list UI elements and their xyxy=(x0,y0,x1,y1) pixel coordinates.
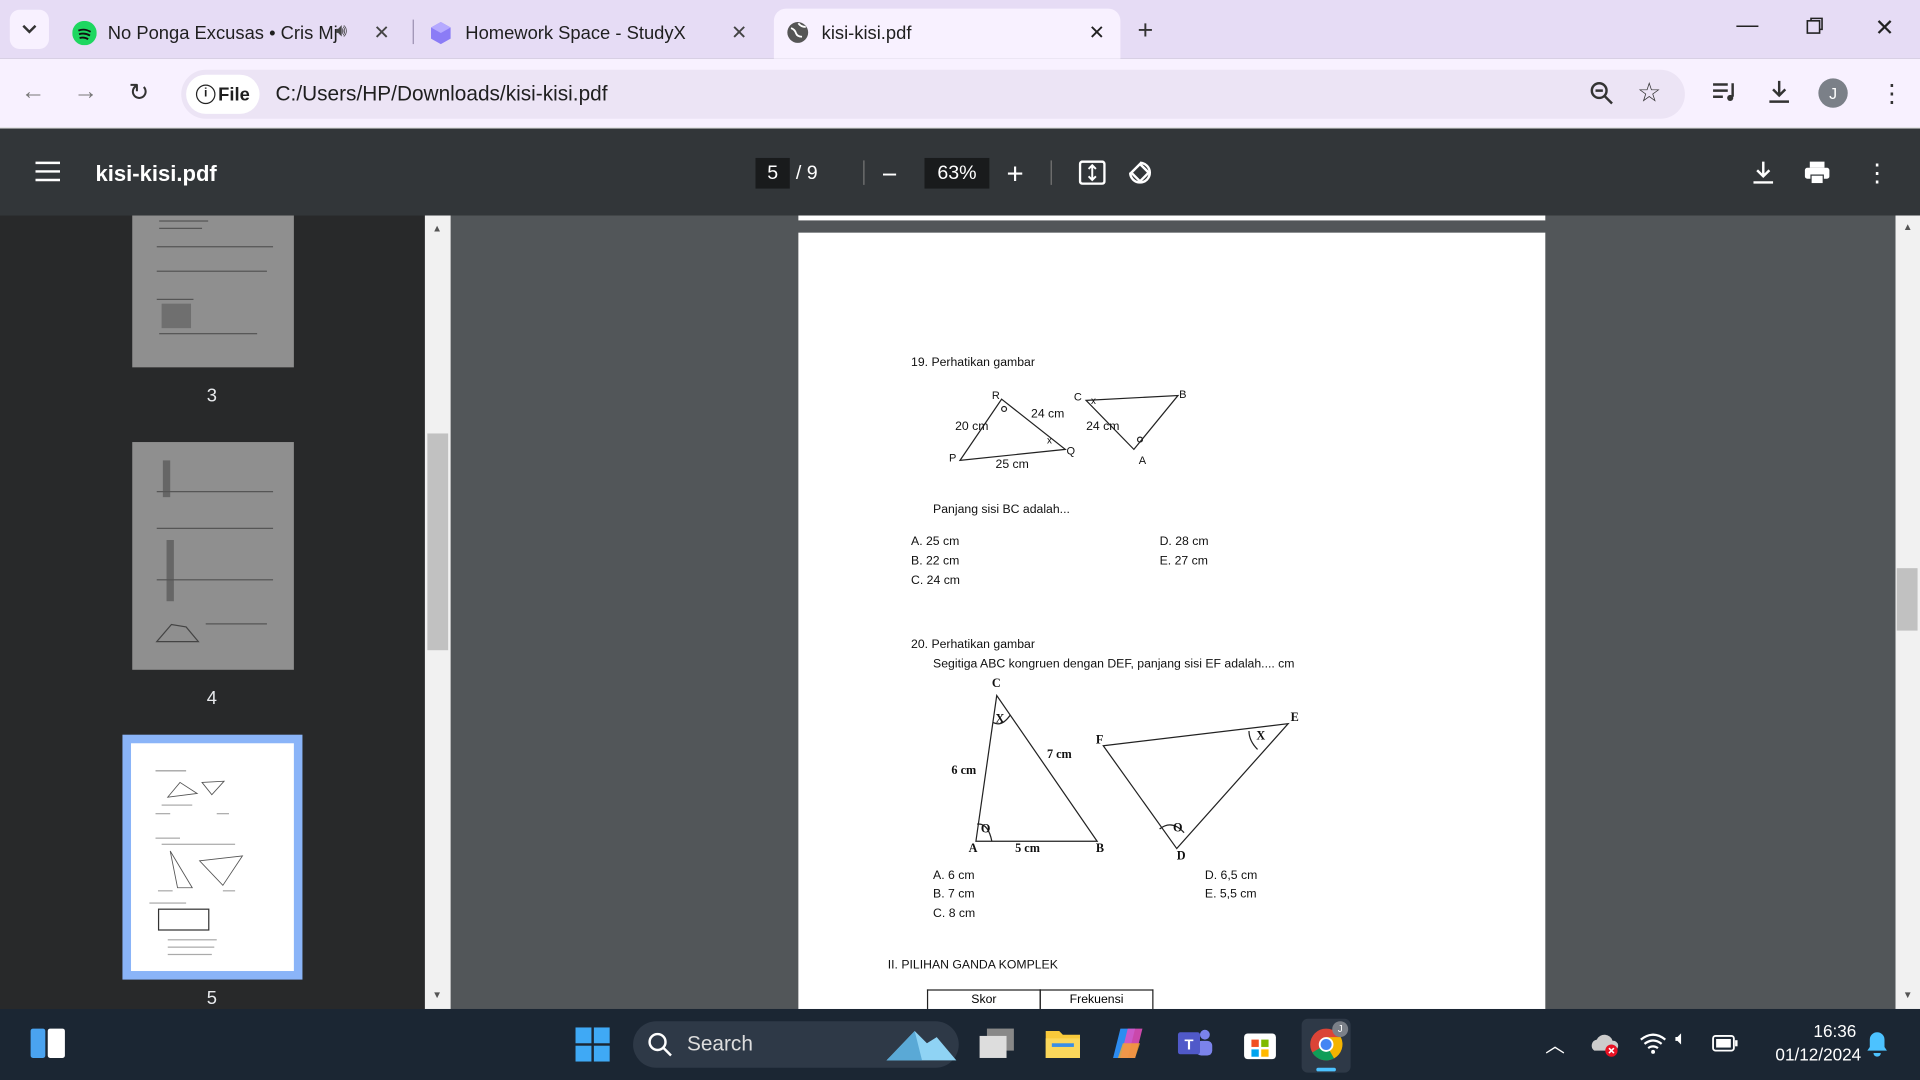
label-r: R xyxy=(991,389,1000,402)
angle-x: X xyxy=(995,712,1005,727)
label-ab: 5 cm xyxy=(1015,842,1040,856)
microsoft-store-icon[interactable] xyxy=(1243,1026,1277,1060)
label-b: B xyxy=(1179,388,1187,401)
label-pq: 25 cm xyxy=(995,457,1029,472)
time: 16:36 xyxy=(1813,1021,1857,1041)
q19-option-b: B. 22 cm xyxy=(911,554,960,569)
q20-option-b: B. 7 cm xyxy=(933,887,975,902)
scroll-down-arrow[interactable]: ▼ xyxy=(1903,989,1913,1000)
q20-title: 20. Perhatikan gambar xyxy=(911,637,1035,652)
label-a: A xyxy=(968,842,978,856)
q19-question: Panjang sisi BC adalah... xyxy=(933,503,1070,517)
task-view-icon[interactable] xyxy=(979,1028,1014,1058)
label-c: C xyxy=(991,677,1001,691)
volume-icon[interactable]: 🔈︎ xyxy=(1675,1029,1687,1051)
show-hidden-icons-chevron[interactable]: ︿ xyxy=(1545,1029,1565,1058)
q20-subtitle: Segitiga ABC kongruen dengan DEF, panjan… xyxy=(933,657,1295,672)
teams-icon[interactable]: T xyxy=(1177,1026,1214,1060)
q19-option-d: D. 28 cm xyxy=(1159,535,1209,549)
table-header-skor: Skor xyxy=(926,989,1041,1009)
angle-x: X xyxy=(1256,729,1266,744)
label-e: E xyxy=(1290,711,1299,725)
q19-option-e: E. 27 cm xyxy=(1159,554,1208,569)
search-highlight-icon xyxy=(886,1031,957,1061)
svg-text:T: T xyxy=(1184,1037,1193,1053)
section-heading: II. PILIHAN GANDA KOMPLEK xyxy=(887,958,1058,973)
chrome-taskbar-button[interactable]: J xyxy=(1301,1018,1351,1073)
battery-icon[interactable] xyxy=(1712,1035,1739,1052)
copilot-icon[interactable] xyxy=(1111,1026,1145,1060)
label-q: Q xyxy=(1066,444,1076,457)
label-f: F xyxy=(1095,733,1104,747)
q20-option-a: A. 6 cm xyxy=(933,869,975,883)
label-p: P xyxy=(948,451,957,465)
angle-o: O xyxy=(1173,821,1183,836)
document-scrollbar[interactable]: ▲ ▼ xyxy=(1895,215,1920,1009)
q20-option-e: E. 5,5 cm xyxy=(1204,887,1257,902)
date: 01/12/2024 xyxy=(1775,1044,1862,1065)
label-ca: 24 cm xyxy=(1086,420,1120,434)
search-placeholder: Search xyxy=(686,1032,753,1056)
clock[interactable]: 16:36 01/12/2024 xyxy=(1753,1021,1861,1064)
label-pr: 20 cm xyxy=(955,420,989,434)
q20-option-c: C. 8 cm xyxy=(933,907,976,921)
label-ac: 6 cm xyxy=(951,764,977,778)
table-header-frekuensi: Frekuensi xyxy=(1039,989,1154,1009)
taskbar-search-box[interactable]: Search xyxy=(633,1021,959,1068)
windows-taskbar: Search T J ︿ 🔈︎ 16:36 01/12/2024 xyxy=(0,1008,1920,1080)
label-cb: 7 cm xyxy=(1046,748,1072,762)
angle-o: O xyxy=(980,822,991,837)
angle-x: x xyxy=(1091,395,1096,407)
onedrive-error-icon[interactable] xyxy=(1589,1031,1621,1058)
search-icon xyxy=(648,1032,672,1057)
q19-option-a: A. 25 cm xyxy=(911,535,960,549)
label-a: A xyxy=(1138,454,1147,467)
notification-bell-icon[interactable] xyxy=(1866,1030,1888,1057)
widgets-icon[interactable] xyxy=(30,1028,65,1058)
scroll-up-arrow[interactable]: ▲ xyxy=(1903,222,1913,233)
label-d: D xyxy=(1176,849,1186,864)
label-c: C xyxy=(1073,390,1082,403)
profile-badge: J xyxy=(1332,1021,1349,1038)
active-indicator xyxy=(1316,1067,1336,1072)
windows-start-icon[interactable] xyxy=(575,1027,610,1062)
label-b: B xyxy=(1095,842,1105,856)
q19-option-c: C. 24 cm xyxy=(911,574,961,588)
angle-x: x xyxy=(1046,434,1052,446)
triangle-abc xyxy=(975,693,1099,842)
label-rq: 24 cm xyxy=(1031,407,1065,422)
scrollbar-thumb[interactable] xyxy=(1896,568,1918,631)
file-explorer-icon[interactable] xyxy=(1044,1027,1081,1059)
q20-option-d: D. 6,5 cm xyxy=(1204,869,1258,883)
wifi-icon[interactable] xyxy=(1640,1032,1667,1054)
